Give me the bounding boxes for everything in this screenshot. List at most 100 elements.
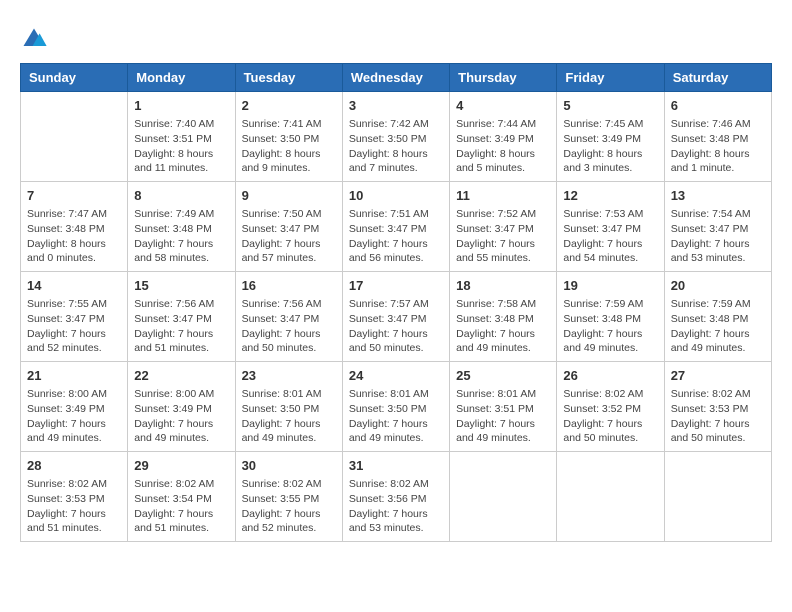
day-info: Sunrise: 8:02 AM Sunset: 3:52 PM Dayligh… bbox=[563, 387, 657, 446]
day-number: 31 bbox=[349, 457, 443, 475]
day-number: 21 bbox=[27, 367, 121, 385]
day-number: 13 bbox=[671, 187, 765, 205]
day-number: 20 bbox=[671, 277, 765, 295]
week-row-5: 28 Sunrise: 8:02 AM Sunset: 3:53 PM Dayli… bbox=[21, 452, 772, 542]
day-info: Sunrise: 7:59 AM Sunset: 3:48 PM Dayligh… bbox=[563, 297, 657, 356]
day-info: Sunrise: 7:54 AM Sunset: 3:47 PM Dayligh… bbox=[671, 207, 765, 266]
calendar-header-row: SundayMondayTuesdayWednesdayThursdayFrid… bbox=[21, 64, 772, 92]
calendar-cell bbox=[21, 92, 128, 182]
calendar-cell bbox=[450, 452, 557, 542]
calendar-cell: 13 Sunrise: 7:54 AM Sunset: 3:47 PM Dayli… bbox=[664, 182, 771, 272]
day-number: 8 bbox=[134, 187, 228, 205]
day-info: Sunrise: 8:01 AM Sunset: 3:51 PM Dayligh… bbox=[456, 387, 550, 446]
day-info: Sunrise: 8:00 AM Sunset: 3:49 PM Dayligh… bbox=[134, 387, 228, 446]
day-info: Sunrise: 7:56 AM Sunset: 3:47 PM Dayligh… bbox=[242, 297, 336, 356]
calendar-cell: 9 Sunrise: 7:50 AM Sunset: 3:47 PM Daylig… bbox=[235, 182, 342, 272]
day-info: Sunrise: 8:01 AM Sunset: 3:50 PM Dayligh… bbox=[242, 387, 336, 446]
header-friday: Friday bbox=[557, 64, 664, 92]
day-number: 29 bbox=[134, 457, 228, 475]
day-number: 27 bbox=[671, 367, 765, 385]
day-number: 16 bbox=[242, 277, 336, 295]
day-info: Sunrise: 7:53 AM Sunset: 3:47 PM Dayligh… bbox=[563, 207, 657, 266]
day-number: 6 bbox=[671, 97, 765, 115]
day-number: 9 bbox=[242, 187, 336, 205]
calendar-cell: 23 Sunrise: 8:01 AM Sunset: 3:50 PM Dayli… bbox=[235, 362, 342, 452]
header-thursday: Thursday bbox=[450, 64, 557, 92]
day-number: 30 bbox=[242, 457, 336, 475]
day-number: 10 bbox=[349, 187, 443, 205]
logo bbox=[20, 25, 50, 53]
day-info: Sunrise: 7:50 AM Sunset: 3:47 PM Dayligh… bbox=[242, 207, 336, 266]
day-info: Sunrise: 7:47 AM Sunset: 3:48 PM Dayligh… bbox=[27, 207, 121, 266]
day-info: Sunrise: 8:02 AM Sunset: 3:53 PM Dayligh… bbox=[27, 477, 121, 536]
calendar-cell: 5 Sunrise: 7:45 AM Sunset: 3:49 PM Daylig… bbox=[557, 92, 664, 182]
week-row-4: 21 Sunrise: 8:00 AM Sunset: 3:49 PM Dayli… bbox=[21, 362, 772, 452]
day-info: Sunrise: 7:41 AM Sunset: 3:50 PM Dayligh… bbox=[242, 117, 336, 176]
calendar-cell: 21 Sunrise: 8:00 AM Sunset: 3:49 PM Dayli… bbox=[21, 362, 128, 452]
day-number: 11 bbox=[456, 187, 550, 205]
day-info: Sunrise: 7:46 AM Sunset: 3:48 PM Dayligh… bbox=[671, 117, 765, 176]
calendar-cell: 22 Sunrise: 8:00 AM Sunset: 3:49 PM Dayli… bbox=[128, 362, 235, 452]
header-tuesday: Tuesday bbox=[235, 64, 342, 92]
calendar-cell: 8 Sunrise: 7:49 AM Sunset: 3:48 PM Daylig… bbox=[128, 182, 235, 272]
logo-icon bbox=[20, 25, 48, 53]
day-number: 3 bbox=[349, 97, 443, 115]
calendar-cell: 16 Sunrise: 7:56 AM Sunset: 3:47 PM Dayli… bbox=[235, 272, 342, 362]
day-info: Sunrise: 7:59 AM Sunset: 3:48 PM Dayligh… bbox=[671, 297, 765, 356]
calendar-cell: 6 Sunrise: 7:46 AM Sunset: 3:48 PM Daylig… bbox=[664, 92, 771, 182]
day-number: 7 bbox=[27, 187, 121, 205]
header-saturday: Saturday bbox=[664, 64, 771, 92]
calendar-cell: 26 Sunrise: 8:02 AM Sunset: 3:52 PM Dayli… bbox=[557, 362, 664, 452]
day-number: 14 bbox=[27, 277, 121, 295]
day-info: Sunrise: 8:02 AM Sunset: 3:55 PM Dayligh… bbox=[242, 477, 336, 536]
calendar-cell: 14 Sunrise: 7:55 AM Sunset: 3:47 PM Dayli… bbox=[21, 272, 128, 362]
day-number: 5 bbox=[563, 97, 657, 115]
day-info: Sunrise: 7:44 AM Sunset: 3:49 PM Dayligh… bbox=[456, 117, 550, 176]
calendar-cell bbox=[557, 452, 664, 542]
day-number: 15 bbox=[134, 277, 228, 295]
day-info: Sunrise: 8:02 AM Sunset: 3:56 PM Dayligh… bbox=[349, 477, 443, 536]
day-info: Sunrise: 7:57 AM Sunset: 3:47 PM Dayligh… bbox=[349, 297, 443, 356]
calendar-cell: 27Sunrise: 8:02 AM Sunset: 3:53 PM Dayli… bbox=[664, 362, 771, 452]
day-info: Sunrise: 7:56 AM Sunset: 3:47 PM Dayligh… bbox=[134, 297, 228, 356]
day-info: Sunrise: 8:02 AM Sunset: 3:54 PM Dayligh… bbox=[134, 477, 228, 536]
calendar-cell bbox=[664, 452, 771, 542]
day-info: Sunrise: 7:42 AM Sunset: 3:50 PM Dayligh… bbox=[349, 117, 443, 176]
day-number: 12 bbox=[563, 187, 657, 205]
calendar-cell: 31 Sunrise: 8:02 AM Sunset: 3:56 PM Dayli… bbox=[342, 452, 449, 542]
calendar-cell: 18Sunrise: 7:58 AM Sunset: 3:48 PM Dayli… bbox=[450, 272, 557, 362]
calendar-cell: 25Sunrise: 8:01 AM Sunset: 3:51 PM Dayli… bbox=[450, 362, 557, 452]
day-number: 19 bbox=[563, 277, 657, 295]
calendar-cell: 28 Sunrise: 8:02 AM Sunset: 3:53 PM Dayli… bbox=[21, 452, 128, 542]
calendar-cell: 30 Sunrise: 8:02 AM Sunset: 3:55 PM Dayli… bbox=[235, 452, 342, 542]
day-number: 24 bbox=[349, 367, 443, 385]
header-wednesday: Wednesday bbox=[342, 64, 449, 92]
week-row-3: 14 Sunrise: 7:55 AM Sunset: 3:47 PM Dayli… bbox=[21, 272, 772, 362]
calendar-table: SundayMondayTuesdayWednesdayThursdayFrid… bbox=[20, 63, 772, 542]
calendar-cell: 17 Sunrise: 7:57 AM Sunset: 3:47 PM Dayli… bbox=[342, 272, 449, 362]
day-number: 28 bbox=[27, 457, 121, 475]
day-info: Sunrise: 7:51 AM Sunset: 3:47 PM Dayligh… bbox=[349, 207, 443, 266]
week-row-1: 1Sunrise: 7:40 AM Sunset: 3:51 PM Daylig… bbox=[21, 92, 772, 182]
day-info: Sunrise: 7:45 AM Sunset: 3:49 PM Dayligh… bbox=[563, 117, 657, 176]
day-number: 18 bbox=[456, 277, 550, 295]
day-info: Sunrise: 7:55 AM Sunset: 3:47 PM Dayligh… bbox=[27, 297, 121, 356]
day-number: 26 bbox=[563, 367, 657, 385]
day-info: Sunrise: 7:52 AM Sunset: 3:47 PM Dayligh… bbox=[456, 207, 550, 266]
calendar-cell: 7 Sunrise: 7:47 AM Sunset: 3:48 PM Daylig… bbox=[21, 182, 128, 272]
calendar-cell: 4Sunrise: 7:44 AM Sunset: 3:49 PM Daylig… bbox=[450, 92, 557, 182]
day-number: 22 bbox=[134, 367, 228, 385]
day-number: 23 bbox=[242, 367, 336, 385]
day-info: Sunrise: 8:00 AM Sunset: 3:49 PM Dayligh… bbox=[27, 387, 121, 446]
header-sunday: Sunday bbox=[21, 64, 128, 92]
page-header bbox=[20, 20, 772, 53]
calendar-cell: 29 Sunrise: 8:02 AM Sunset: 3:54 PM Dayli… bbox=[128, 452, 235, 542]
day-number: 17 bbox=[349, 277, 443, 295]
header-monday: Monday bbox=[128, 64, 235, 92]
day-number: 2 bbox=[242, 97, 336, 115]
day-info: Sunrise: 7:49 AM Sunset: 3:48 PM Dayligh… bbox=[134, 207, 228, 266]
calendar-cell: 3 Sunrise: 7:42 AM Sunset: 3:50 PM Daylig… bbox=[342, 92, 449, 182]
calendar-cell: 24Sunrise: 8:01 AM Sunset: 3:50 PM Dayli… bbox=[342, 362, 449, 452]
week-row-2: 7 Sunrise: 7:47 AM Sunset: 3:48 PM Daylig… bbox=[21, 182, 772, 272]
calendar-cell: 10 Sunrise: 7:51 AM Sunset: 3:47 PM Dayli… bbox=[342, 182, 449, 272]
